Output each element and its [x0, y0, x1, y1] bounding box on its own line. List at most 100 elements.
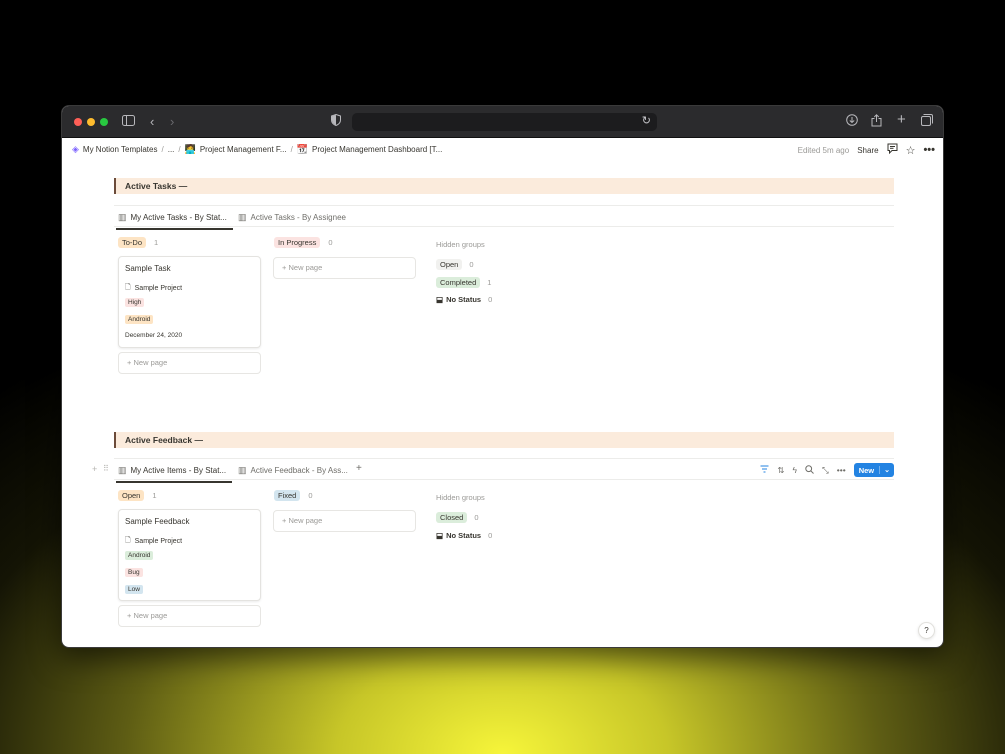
- share-icon[interactable]: [871, 114, 882, 131]
- group-count: 0: [308, 491, 313, 500]
- group-count: 1: [154, 238, 159, 247]
- group-header-todo[interactable]: To-Do 1: [118, 237, 158, 248]
- card-title: Sample Feedback: [125, 517, 190, 526]
- group-count: 1: [152, 491, 157, 500]
- group-count: 0: [328, 238, 333, 247]
- more-icon[interactable]: •••: [837, 465, 846, 475]
- share-button[interactable]: Share: [857, 146, 878, 155]
- hidden-group-no-status[interactable]: ⬓ No Status 0: [436, 531, 492, 540]
- breadcrumb: ◈ My Notion Templates / ... / 🧑‍💻 Projec…: [72, 144, 442, 155]
- new-page-label: New page: [288, 263, 323, 272]
- new-button-label: New: [858, 465, 875, 475]
- priority-tag: High: [125, 298, 145, 307]
- card-project[interactable]: 🗋 Sample Project: [125, 536, 182, 547]
- comment-icon[interactable]: [887, 143, 898, 157]
- close-window-button[interactable]: [74, 118, 82, 126]
- new-tab-icon[interactable]: +: [897, 112, 906, 128]
- forward-icon[interactable]: ›: [170, 114, 174, 130]
- section-title: Active Tasks: [125, 181, 177, 191]
- search-icon[interactable]: [805, 464, 814, 476]
- group-count: 0: [488, 295, 493, 304]
- card-title: Sample Task: [125, 264, 171, 273]
- sort-icon[interactable]: ⇅: [777, 465, 784, 476]
- hidden-groups-title: Hidden groups: [436, 240, 485, 249]
- project-label: Sample Project: [134, 538, 183, 545]
- favorite-star-icon[interactable]: ☆: [906, 144, 916, 157]
- address-bar[interactable]: ↻: [352, 113, 657, 131]
- breadcrumb-separator: /: [161, 145, 164, 154]
- hidden-group-closed[interactable]: Closed 0: [436, 512, 479, 523]
- priority-tag: Low: [125, 585, 143, 594]
- minimize-window-button[interactable]: [87, 118, 95, 126]
- tab-my-active-tasks-by-status[interactable]: ▥ My Active Tasks - By Stat...: [116, 212, 233, 230]
- tab-overview-icon[interactable]: [921, 114, 933, 130]
- inbox-icon: ⬓: [436, 295, 444, 304]
- new-page-button[interactable]: + New page: [118, 605, 261, 627]
- new-page-button[interactable]: + New page: [118, 352, 261, 374]
- type-tag: Bug: [125, 568, 143, 577]
- breadcrumb-separator: /: [178, 145, 181, 154]
- feedback-card[interactable]: Sample Feedback 🗋 Sample Project Android…: [118, 509, 261, 601]
- toggle-mark: —: [178, 181, 188, 191]
- inbox-icon: ⬓: [436, 531, 444, 540]
- browser-titlebar: ‹ › ↻ +: [62, 106, 943, 138]
- board-view-icon: ▥: [238, 465, 247, 475]
- back-icon[interactable]: ‹: [150, 114, 154, 130]
- sidebar-toggle-icon[interactable]: [122, 114, 135, 130]
- page-icon: 🗋: [125, 284, 131, 291]
- hidden-group-no-status[interactable]: ⬓ No Status 0: [436, 295, 492, 304]
- plus-icon: +: [127, 611, 132, 620]
- privacy-shield-icon[interactable]: [331, 113, 341, 130]
- add-view-button[interactable]: +: [356, 463, 362, 474]
- tab-active-tasks-by-assignee[interactable]: ▥ Active Tasks - By Assignee: [238, 212, 346, 223]
- status-label: No Status: [446, 295, 482, 304]
- group-header-in-progress[interactable]: In Progress 0: [274, 237, 333, 248]
- group-count: 1: [487, 278, 492, 287]
- card-project[interactable]: 🗋 Sample Project: [125, 283, 182, 294]
- new-page-button[interactable]: + New page: [273, 257, 416, 279]
- group-header-fixed[interactable]: Fixed 0: [274, 490, 313, 501]
- status-badge: Open: [118, 490, 145, 501]
- tab-my-active-items-by-status[interactable]: ▥ My Active Items - By Stat...: [115, 465, 233, 483]
- task-card[interactable]: Sample Task 🗋 Sample Project High Androi…: [118, 256, 261, 348]
- hidden-group-completed[interactable]: Completed 1: [436, 277, 491, 288]
- board-view-icon: ▥: [238, 212, 247, 222]
- active-tasks-heading[interactable]: Active Tasks —: [114, 178, 894, 194]
- filter-icon[interactable]: [760, 465, 769, 475]
- breadcrumb-item[interactable]: Project Management Dashboard [T...: [312, 145, 442, 154]
- group-count: 0: [488, 531, 493, 540]
- status-badge: Open: [436, 259, 463, 270]
- hidden-groups-title: Hidden groups: [436, 493, 485, 502]
- add-block-icon[interactable]: +: [92, 464, 97, 474]
- automation-bolt-icon[interactable]: ϟ: [792, 465, 797, 475]
- notion-topbar: ◈ My Notion Templates / ... / 🧑‍💻 Projec…: [62, 138, 943, 160]
- active-feedback-heading[interactable]: Active Feedback —: [114, 432, 894, 448]
- browser-window: ‹ › ↻ + ◈ My Notion Templates / ... / 🧑‍…: [61, 105, 944, 648]
- hidden-group-open[interactable]: Open 0: [436, 259, 474, 270]
- group-header-open[interactable]: Open 1: [118, 490, 157, 501]
- chevron-down-icon[interactable]: ⌄: [879, 466, 894, 474]
- board-view-icon: ▥: [118, 212, 127, 222]
- drag-handle-icon[interactable]: ⠿: [103, 464, 109, 473]
- page-icon: 🗋: [125, 537, 131, 544]
- breadcrumb-item[interactable]: ...: [168, 145, 175, 154]
- new-page-button[interactable]: + New page: [273, 510, 416, 532]
- help-button[interactable]: ?: [918, 622, 935, 639]
- expand-icon[interactable]: ⤡: [822, 465, 829, 476]
- plus-icon: +: [282, 263, 287, 272]
- new-button[interactable]: New ⌄: [853, 463, 894, 477]
- tab-active-feedback-by-assignee[interactable]: ▥ Active Feedback - By Ass...: [238, 465, 348, 476]
- group-count: 0: [474, 513, 479, 522]
- reload-icon[interactable]: ↻: [642, 114, 651, 127]
- new-page-label: New page: [133, 358, 168, 367]
- more-options-icon[interactable]: •••: [923, 144, 935, 156]
- zoom-window-button[interactable]: [100, 118, 108, 126]
- tab-label: Active Tasks - By Assignee: [250, 213, 346, 222]
- breadcrumb-item[interactable]: My Notion Templates: [83, 145, 158, 154]
- breadcrumb-item[interactable]: Project Management F...: [200, 145, 287, 154]
- notion-cube-icon: ◈: [72, 144, 79, 154]
- download-icon[interactable]: [846, 114, 858, 130]
- status-badge: Closed: [436, 512, 468, 523]
- toggle-mark: —: [194, 435, 203, 445]
- active-tasks-view-tabs: ▥ My Active Tasks - By Stat... ▥ Active …: [114, 205, 894, 230]
